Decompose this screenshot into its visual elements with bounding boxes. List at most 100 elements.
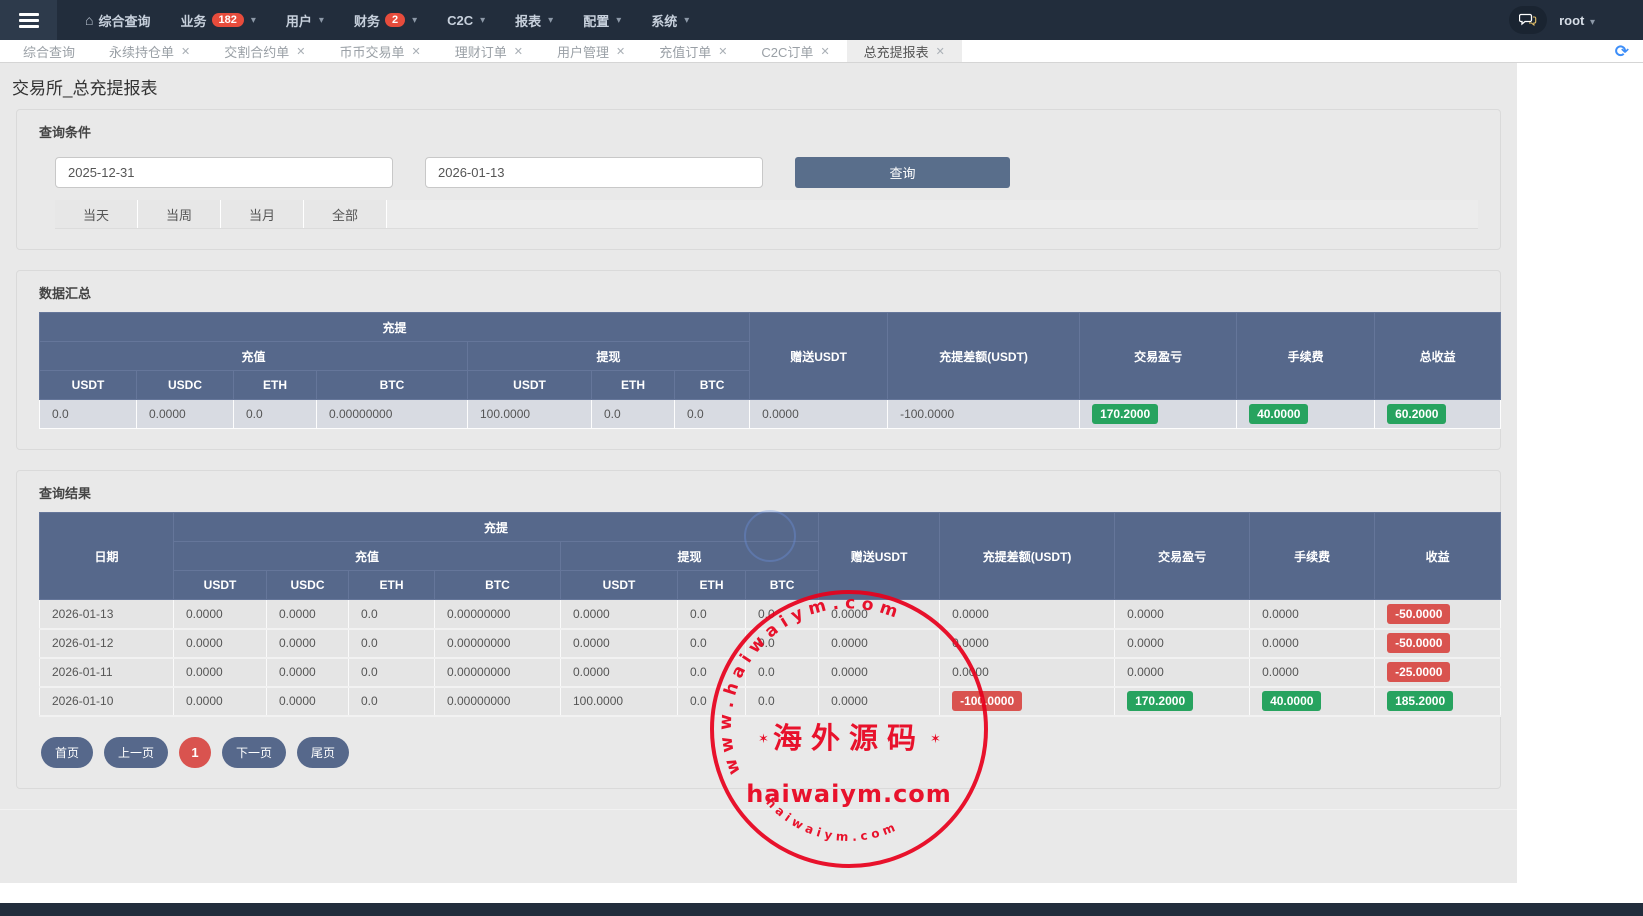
tab-spot-trades[interactable]: 币币交易单 bbox=[322, 40, 437, 62]
cell-withdraw-usdt: 0.0000 bbox=[561, 658, 678, 687]
top-navbar: ⌂ 综合查询 业务 182 用户 财务 2 C2C 报表 配置 系统 bbox=[0, 0, 1643, 40]
cell-deposit-eth: 0.0 bbox=[349, 600, 435, 629]
nav-item-c2c[interactable]: C2C bbox=[447, 13, 485, 28]
nav-label: 报表 bbox=[515, 11, 541, 30]
next-page-button[interactable]: 下一页 bbox=[222, 737, 286, 768]
header-withdraw: 提现 bbox=[561, 542, 819, 571]
cell-fee: 40.0000 bbox=[1250, 687, 1375, 716]
nav-label: 综合查询 bbox=[98, 11, 150, 30]
tab-label: 币币交易单 bbox=[339, 42, 404, 61]
cell-date: 2026-01-10 bbox=[40, 687, 174, 716]
cell-diff: 0.0000 bbox=[940, 658, 1115, 687]
tab-deposit-withdraw-report[interactable]: 总充提报表 bbox=[847, 40, 962, 62]
close-icon[interactable] bbox=[718, 45, 727, 58]
current-page-indicator[interactable]: 1 bbox=[179, 737, 211, 768]
nav-item-business[interactable]: 业务 182 bbox=[180, 11, 255, 30]
date-to-input[interactable] bbox=[425, 157, 763, 188]
header-date: 日期 bbox=[40, 513, 174, 600]
hamburger-menu-icon[interactable] bbox=[0, 0, 57, 40]
close-icon[interactable] bbox=[412, 45, 421, 58]
prev-page-button[interactable]: 上一页 bbox=[104, 737, 168, 768]
header-coin: BTC bbox=[317, 371, 468, 400]
header-coin: ETH bbox=[234, 371, 317, 400]
cell-deposit-eth: 0.0 bbox=[234, 400, 317, 429]
tab-c2c-orders[interactable]: C2C订单 bbox=[744, 40, 846, 62]
cell-gift: 0.0000 bbox=[819, 600, 940, 629]
close-icon[interactable] bbox=[514, 45, 523, 58]
cell-deposit-usdt: 0.0000 bbox=[174, 687, 267, 716]
close-icon[interactable] bbox=[820, 45, 829, 58]
close-icon[interactable] bbox=[936, 45, 945, 58]
tab-overview[interactable]: 综合查询 bbox=[6, 40, 92, 62]
cell-deposit-eth: 0.0 bbox=[349, 658, 435, 687]
nav-item-system[interactable]: 系统 bbox=[651, 11, 689, 30]
home-icon: ⌂ bbox=[85, 12, 93, 28]
nav-item-finance[interactable]: 财务 2 bbox=[354, 11, 417, 30]
quick-today-button[interactable]: 当天 bbox=[55, 200, 138, 228]
tab-label: 综合查询 bbox=[23, 42, 75, 61]
header-trade-pl: 交易盈亏 bbox=[1115, 513, 1250, 600]
cell-deposit-usdc: 0.0000 bbox=[267, 600, 349, 629]
nav-label: 业务 bbox=[180, 11, 206, 30]
pl-badge: 170.2000 bbox=[1092, 404, 1158, 424]
header-diff-usdt: 充提差额(USDT) bbox=[940, 513, 1115, 600]
nav-item-dashboard[interactable]: ⌂ 综合查询 bbox=[85, 11, 150, 30]
header-coin: BTC bbox=[675, 371, 750, 400]
cell-pl: 0.0000 bbox=[1115, 658, 1250, 687]
nav-item-config[interactable]: 配置 bbox=[583, 11, 621, 30]
first-page-button[interactable]: 首页 bbox=[41, 737, 93, 768]
cell-withdraw-btc: 0.0 bbox=[746, 629, 819, 658]
nav-item-users[interactable]: 用户 bbox=[286, 11, 324, 30]
user-menu[interactable]: root bbox=[1559, 13, 1595, 28]
tab-deposit-orders[interactable]: 充值订单 bbox=[642, 40, 744, 62]
nav-label: 系统 bbox=[651, 11, 677, 30]
cell-withdraw-eth: 0.0 bbox=[678, 658, 746, 687]
tab-user-management[interactable]: 用户管理 bbox=[540, 40, 642, 62]
search-button[interactable]: 查询 bbox=[795, 157, 1010, 188]
total-profit-badge: 60.2000 bbox=[1387, 404, 1446, 424]
query-panel-title: 查询条件 bbox=[39, 122, 1478, 141]
profit-badge: -50.0000 bbox=[1387, 633, 1450, 653]
tab-perpetual-positions[interactable]: 永续持仓单 bbox=[92, 40, 207, 62]
date-from-input[interactable] bbox=[55, 157, 393, 188]
table-row: 2026-01-10 0.0000 0.0000 0.0 0.00000000 … bbox=[40, 687, 1501, 716]
header-fee: 手续费 bbox=[1237, 313, 1375, 400]
cell-deposit-eth: 0.0 bbox=[349, 629, 435, 658]
summary-panel: 数据汇总 充提 赠送USDT 充提差额(USDT) 交易盈亏 手续费 总收益 充… bbox=[16, 270, 1501, 450]
cell-deposit-usdt: 0.0 bbox=[40, 400, 137, 429]
close-icon[interactable] bbox=[296, 45, 305, 58]
results-table: 日期 充提 赠送USDT 充提差额(USDT) 交易盈亏 手续费 收益 充值 提… bbox=[39, 512, 1501, 717]
summary-panel-title: 数据汇总 bbox=[39, 283, 1478, 302]
header-total-profit: 总收益 bbox=[1375, 313, 1501, 400]
cell-gift: 0.0000 bbox=[819, 629, 940, 658]
tab-wealth-orders[interactable]: 理财订单 bbox=[438, 40, 540, 62]
last-page-button[interactable]: 尾页 bbox=[297, 737, 349, 768]
tab-label: 充值订单 bbox=[659, 42, 711, 61]
refresh-icon[interactable]: ⟳ bbox=[1615, 41, 1629, 62]
page-title: 交易所_总充提报表 bbox=[0, 63, 1517, 109]
cell-withdraw-usdt: 0.0000 bbox=[561, 629, 678, 658]
nav-item-reports[interactable]: 报表 bbox=[515, 11, 553, 30]
pl-badge: 170.2000 bbox=[1127, 691, 1193, 711]
close-icon[interactable] bbox=[616, 45, 625, 58]
finance-count-badge: 2 bbox=[385, 13, 405, 27]
cell-pl: 170.2000 bbox=[1115, 687, 1250, 716]
nav-menu: ⌂ 综合查询 业务 182 用户 财务 2 C2C 报表 配置 系统 bbox=[85, 11, 689, 30]
close-icon[interactable] bbox=[181, 45, 190, 58]
cell-profit: -50.0000 bbox=[1375, 629, 1501, 658]
quick-week-button[interactable]: 当周 bbox=[138, 200, 221, 228]
cell-date: 2026-01-12 bbox=[40, 629, 174, 658]
cell-withdraw-btc: 0.0 bbox=[746, 658, 819, 687]
quick-all-button[interactable]: 全部 bbox=[304, 200, 387, 228]
quick-month-button[interactable]: 当月 bbox=[221, 200, 304, 228]
header-deposit: 充值 bbox=[174, 542, 561, 571]
tab-delivery-contracts[interactable]: 交割合约单 bbox=[207, 40, 322, 62]
tab-label: 总充提报表 bbox=[864, 42, 929, 61]
tab-label: 交割合约单 bbox=[224, 42, 289, 61]
cell-deposit-usdt: 0.0000 bbox=[174, 629, 267, 658]
chat-button[interactable] bbox=[1509, 6, 1547, 34]
summary-row: 0.0 0.0000 0.0 0.00000000 100.0000 0.0 0… bbox=[40, 400, 1501, 429]
content-footer-divider bbox=[0, 809, 1517, 883]
main-content: 交易所_总充提报表 查询条件 查询 当天 当周 当月 全部 数据汇总 bbox=[0, 63, 1517, 883]
nav-label: 财务 bbox=[354, 11, 380, 30]
